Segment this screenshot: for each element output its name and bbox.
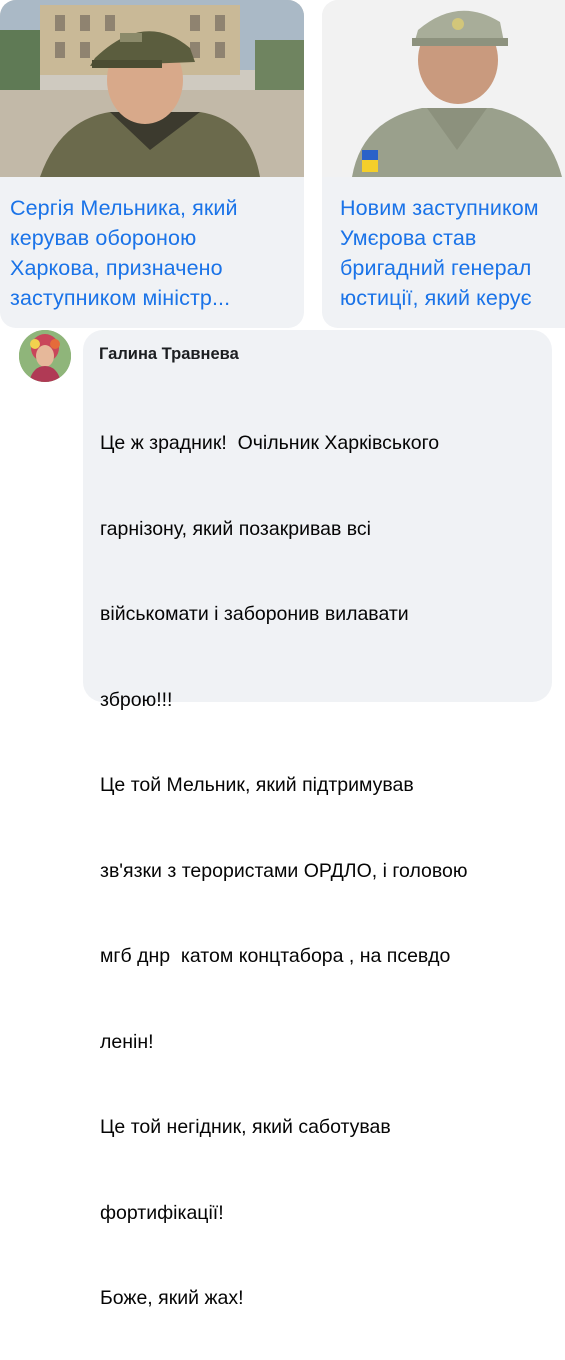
card-title-line: Умєрова став xyxy=(340,226,477,250)
card-2-photo[interactable] xyxy=(322,0,565,177)
comment-line: Це ж зрадник! Очільник Харківського xyxy=(100,432,440,454)
comment-line: Це той негідник, який саботував xyxy=(100,1116,391,1138)
link-preview-card-1[interactable]: Сергія Мельника, який керував обороною Х… xyxy=(0,0,304,328)
card-2-title[interactable]: Новим заступником Умєрова став бригадний… xyxy=(340,193,565,313)
card-title-line: Сергія Мельника, який xyxy=(10,196,238,220)
comment-line: зв'язки з терористами ОРДЛО, і головою xyxy=(100,859,468,882)
avatar[interactable] xyxy=(19,330,71,382)
comment-line: гарнізону, який позакривав всі xyxy=(100,517,371,540)
card-title-line: заступником міністр... xyxy=(10,286,231,310)
comment-line: зброю!!! xyxy=(100,688,173,711)
card-1-title[interactable]: Сергія Мельника, який керував обороною Х… xyxy=(10,193,300,313)
comment-line: ленін! xyxy=(100,1030,154,1053)
card-title-line: Новим заступником xyxy=(340,196,539,220)
card-title-line: юстиції, який керує xyxy=(340,286,532,310)
comment-author[interactable]: Галина Травнева xyxy=(99,345,239,364)
comment-text: Це ж зрадник! Очільник Харківського гарн… xyxy=(100,372,550,1360)
card-title-line: керував обороною xyxy=(10,226,197,250)
card-1-photo[interactable] xyxy=(0,0,304,177)
comment-line: Боже, який жах! xyxy=(100,1287,244,1309)
card-title-line: бригадний генерал xyxy=(340,256,532,280)
comment-bubble: Галина Травнева Це ж зрадник! Очільник Х… xyxy=(83,330,552,1309)
comment-line: Це той Мельник, який підтримував xyxy=(100,774,414,796)
card-title-line: Харкова, призначено xyxy=(10,256,223,280)
comment-line: військомати і заборонив вилавати xyxy=(100,603,409,625)
comment-line: фортифікації! xyxy=(100,1201,224,1224)
link-preview-card-2[interactable]: Новим заступником Умєрова став бригадний… xyxy=(322,0,565,328)
comment-line: мгб днр катом концтабора , на псевдо xyxy=(100,945,451,967)
